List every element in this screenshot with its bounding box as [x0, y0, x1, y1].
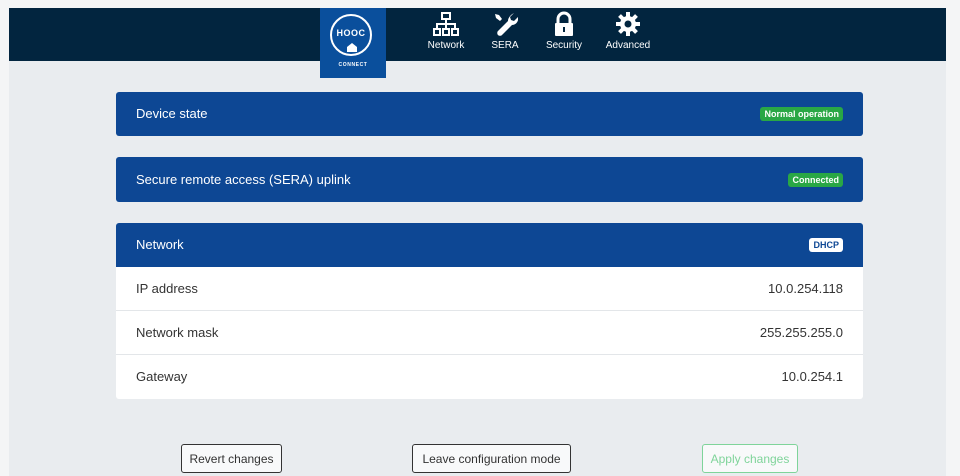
network-mask-value: 255.255.255.0 [759, 325, 843, 340]
ip-address-value: 10.0.254.118 [768, 281, 843, 296]
app-frame: Network SERA Security Advanced HOOC CONN… [9, 8, 946, 476]
hooc-logo[interactable]: HOOC CONNECT [320, 8, 386, 78]
network-details: IP address 10.0.254.118 Network mask 255… [116, 267, 863, 399]
leave-configuration-mode-button[interactable]: Leave configuration mode [412, 444, 571, 473]
device-state-title: Device state [136, 106, 208, 121]
nav-advanced[interactable]: Advanced [603, 11, 653, 59]
revert-changes-button[interactable]: Revert changes [181, 444, 282, 473]
nav-advanced-label: Advanced [605, 40, 651, 51]
network-mask-label: Network mask [136, 325, 219, 340]
sera-status-badge: Connected [788, 173, 843, 187]
gear-icon [616, 12, 640, 36]
logo-subtext: CONNECT [338, 62, 368, 68]
nav-sera[interactable]: SERA [485, 11, 525, 59]
ip-address-label: IP address [136, 281, 198, 296]
device-state-badge: Normal operation [760, 107, 843, 121]
sera-card: Secure remote access (SERA) uplink Conne… [116, 157, 863, 202]
nav-sera-label: SERA [491, 40, 519, 51]
top-navigation-bar: Network SERA Security Advanced [9, 8, 946, 61]
wrench-icon [495, 13, 518, 36]
logo-text: HOOC [336, 28, 366, 38]
table-row: Network mask 255.255.255.0 [116, 311, 863, 355]
nav-security-label: Security [545, 40, 583, 51]
table-row: Gateway 10.0.254.1 [116, 355, 863, 399]
apply-changes-button[interactable]: Apply changes [702, 444, 798, 473]
sera-title: Secure remote access (SERA) uplink [136, 172, 351, 187]
logo-ring: HOOC [330, 14, 372, 56]
network-title: Network [136, 237, 184, 252]
gateway-label: Gateway [136, 369, 188, 384]
gateway-value: 10.0.254.1 [781, 369, 843, 384]
house-icon [347, 43, 357, 52]
nav-network-label: Network [427, 40, 465, 51]
network-dhcp-badge: DHCP [809, 238, 843, 252]
network-icon [433, 12, 459, 36]
lock-icon [555, 11, 573, 36]
device-state-card: Device state Normal operation [116, 92, 863, 136]
nav-network[interactable]: Network [421, 11, 471, 59]
nav-security[interactable]: Security [541, 11, 587, 59]
table-row: IP address 10.0.254.118 [116, 267, 863, 311]
network-card-header: Network DHCP [116, 223, 863, 267]
